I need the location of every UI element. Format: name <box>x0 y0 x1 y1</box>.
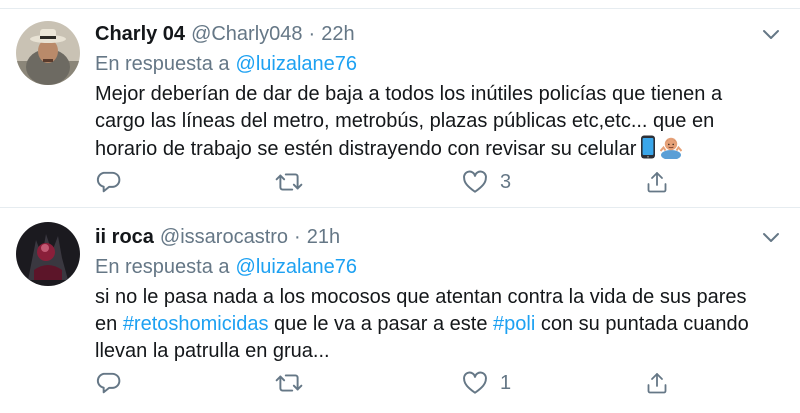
like-button[interactable]: 3 <box>462 166 511 198</box>
tweet-actions: 3 <box>95 166 675 198</box>
tweet-text: Mejor deberían de dar de baja a todos lo… <box>95 81 780 167</box>
hashtag-link[interactable]: #poli <box>493 313 535 335</box>
tweet-header: Charly 04 @Charly048 · 22h <box>95 19 780 49</box>
tweet-actions: 1 <box>95 367 675 399</box>
reply-context: En respuesta a @luizalane76 <box>95 49 780 79</box>
reply-prefix: En respuesta a <box>95 255 230 278</box>
tweet-text-line: horario de trabajo se estén distrayendo … <box>95 135 780 167</box>
tweet-text-line: llevan la patrulla en grua... <box>95 340 330 362</box>
like-count: 3 <box>500 170 512 193</box>
retweet-icon <box>275 173 303 191</box>
retweet-button[interactable] <box>275 367 303 399</box>
reply-button[interactable] <box>95 166 121 198</box>
avatar[interactable] <box>16 222 80 286</box>
tweet[interactable]: ii roca @issarocastro · 21h En respuesta… <box>0 208 800 413</box>
tweet-text-line: Mejor deberían de dar de baja a todos lo… <box>95 83 723 105</box>
tweet-header: ii roca @issarocastro · 21h <box>95 222 780 252</box>
separator: · <box>294 225 301 248</box>
tweet-text-span: que le va a pasar a este <box>268 313 494 335</box>
like-count: 1 <box>500 371 512 394</box>
display-name[interactable]: ii roca <box>95 226 154 249</box>
person-shrugging-icon <box>660 135 683 167</box>
user-handle[interactable]: @issarocastro <box>160 226 288 249</box>
like-button[interactable]: 1 <box>462 367 511 399</box>
reply-mention-link[interactable]: @luizalane76 <box>236 256 358 279</box>
tweet-text-line: si no le pasa nada a los mocosos que ate… <box>95 286 747 308</box>
reply-icon <box>96 171 121 193</box>
tweet-text-line: cargo las líneas del metro, metrobús, pl… <box>95 110 715 132</box>
caret-down-icon[interactable] <box>762 232 780 244</box>
user-handle[interactable]: @Charly048 <box>191 23 302 46</box>
tweet-feed: Charly 04 @Charly048 · 22h En respuesta … <box>0 0 800 413</box>
tweet-text: si no le pasa nada a los mocosos que ate… <box>95 284 780 365</box>
tweet-text-line: en #retoshomicidas que le va a pasar a e… <box>95 311 780 338</box>
share-icon <box>647 172 667 193</box>
tweet-body: Charly 04 @Charly048 · 22h En respuesta … <box>95 19 780 167</box>
tweet-text-span: horario de trabajo se estén distrayendo … <box>95 138 637 160</box>
timestamp[interactable]: 21h <box>307 226 340 249</box>
tweet-text-span: en <box>95 313 123 335</box>
tweet-text-span: con su puntada cuando <box>535 313 749 335</box>
reply-mention-link[interactable]: @luizalane76 <box>236 53 358 76</box>
hashtag-link[interactable]: #retoshomicidas <box>123 313 269 335</box>
reply-icon <box>96 372 121 394</box>
mobile-phone-icon <box>640 135 656 167</box>
share-icon <box>647 373 667 394</box>
separator: · <box>308 22 316 45</box>
tweet[interactable]: Charly 04 @Charly048 · 22h En respuesta … <box>0 9 800 207</box>
tweet-body: ii roca @issarocastro · 21h En respuesta… <box>95 222 780 365</box>
caret-down-icon[interactable] <box>762 29 780 41</box>
retweet-icon <box>275 374 303 392</box>
reply-context: En respuesta a @luizalane76 <box>95 252 780 282</box>
retweet-button[interactable] <box>275 166 303 198</box>
reply-prefix: En respuesta a <box>95 52 230 75</box>
like-icon <box>463 170 487 193</box>
display-name[interactable]: Charly 04 <box>95 23 185 46</box>
share-button[interactable] <box>645 367 669 399</box>
like-icon <box>463 371 487 394</box>
reply-button[interactable] <box>95 367 121 399</box>
timestamp[interactable]: 22h <box>321 23 354 46</box>
avatar[interactable] <box>16 21 80 85</box>
share-button[interactable] <box>645 166 669 198</box>
